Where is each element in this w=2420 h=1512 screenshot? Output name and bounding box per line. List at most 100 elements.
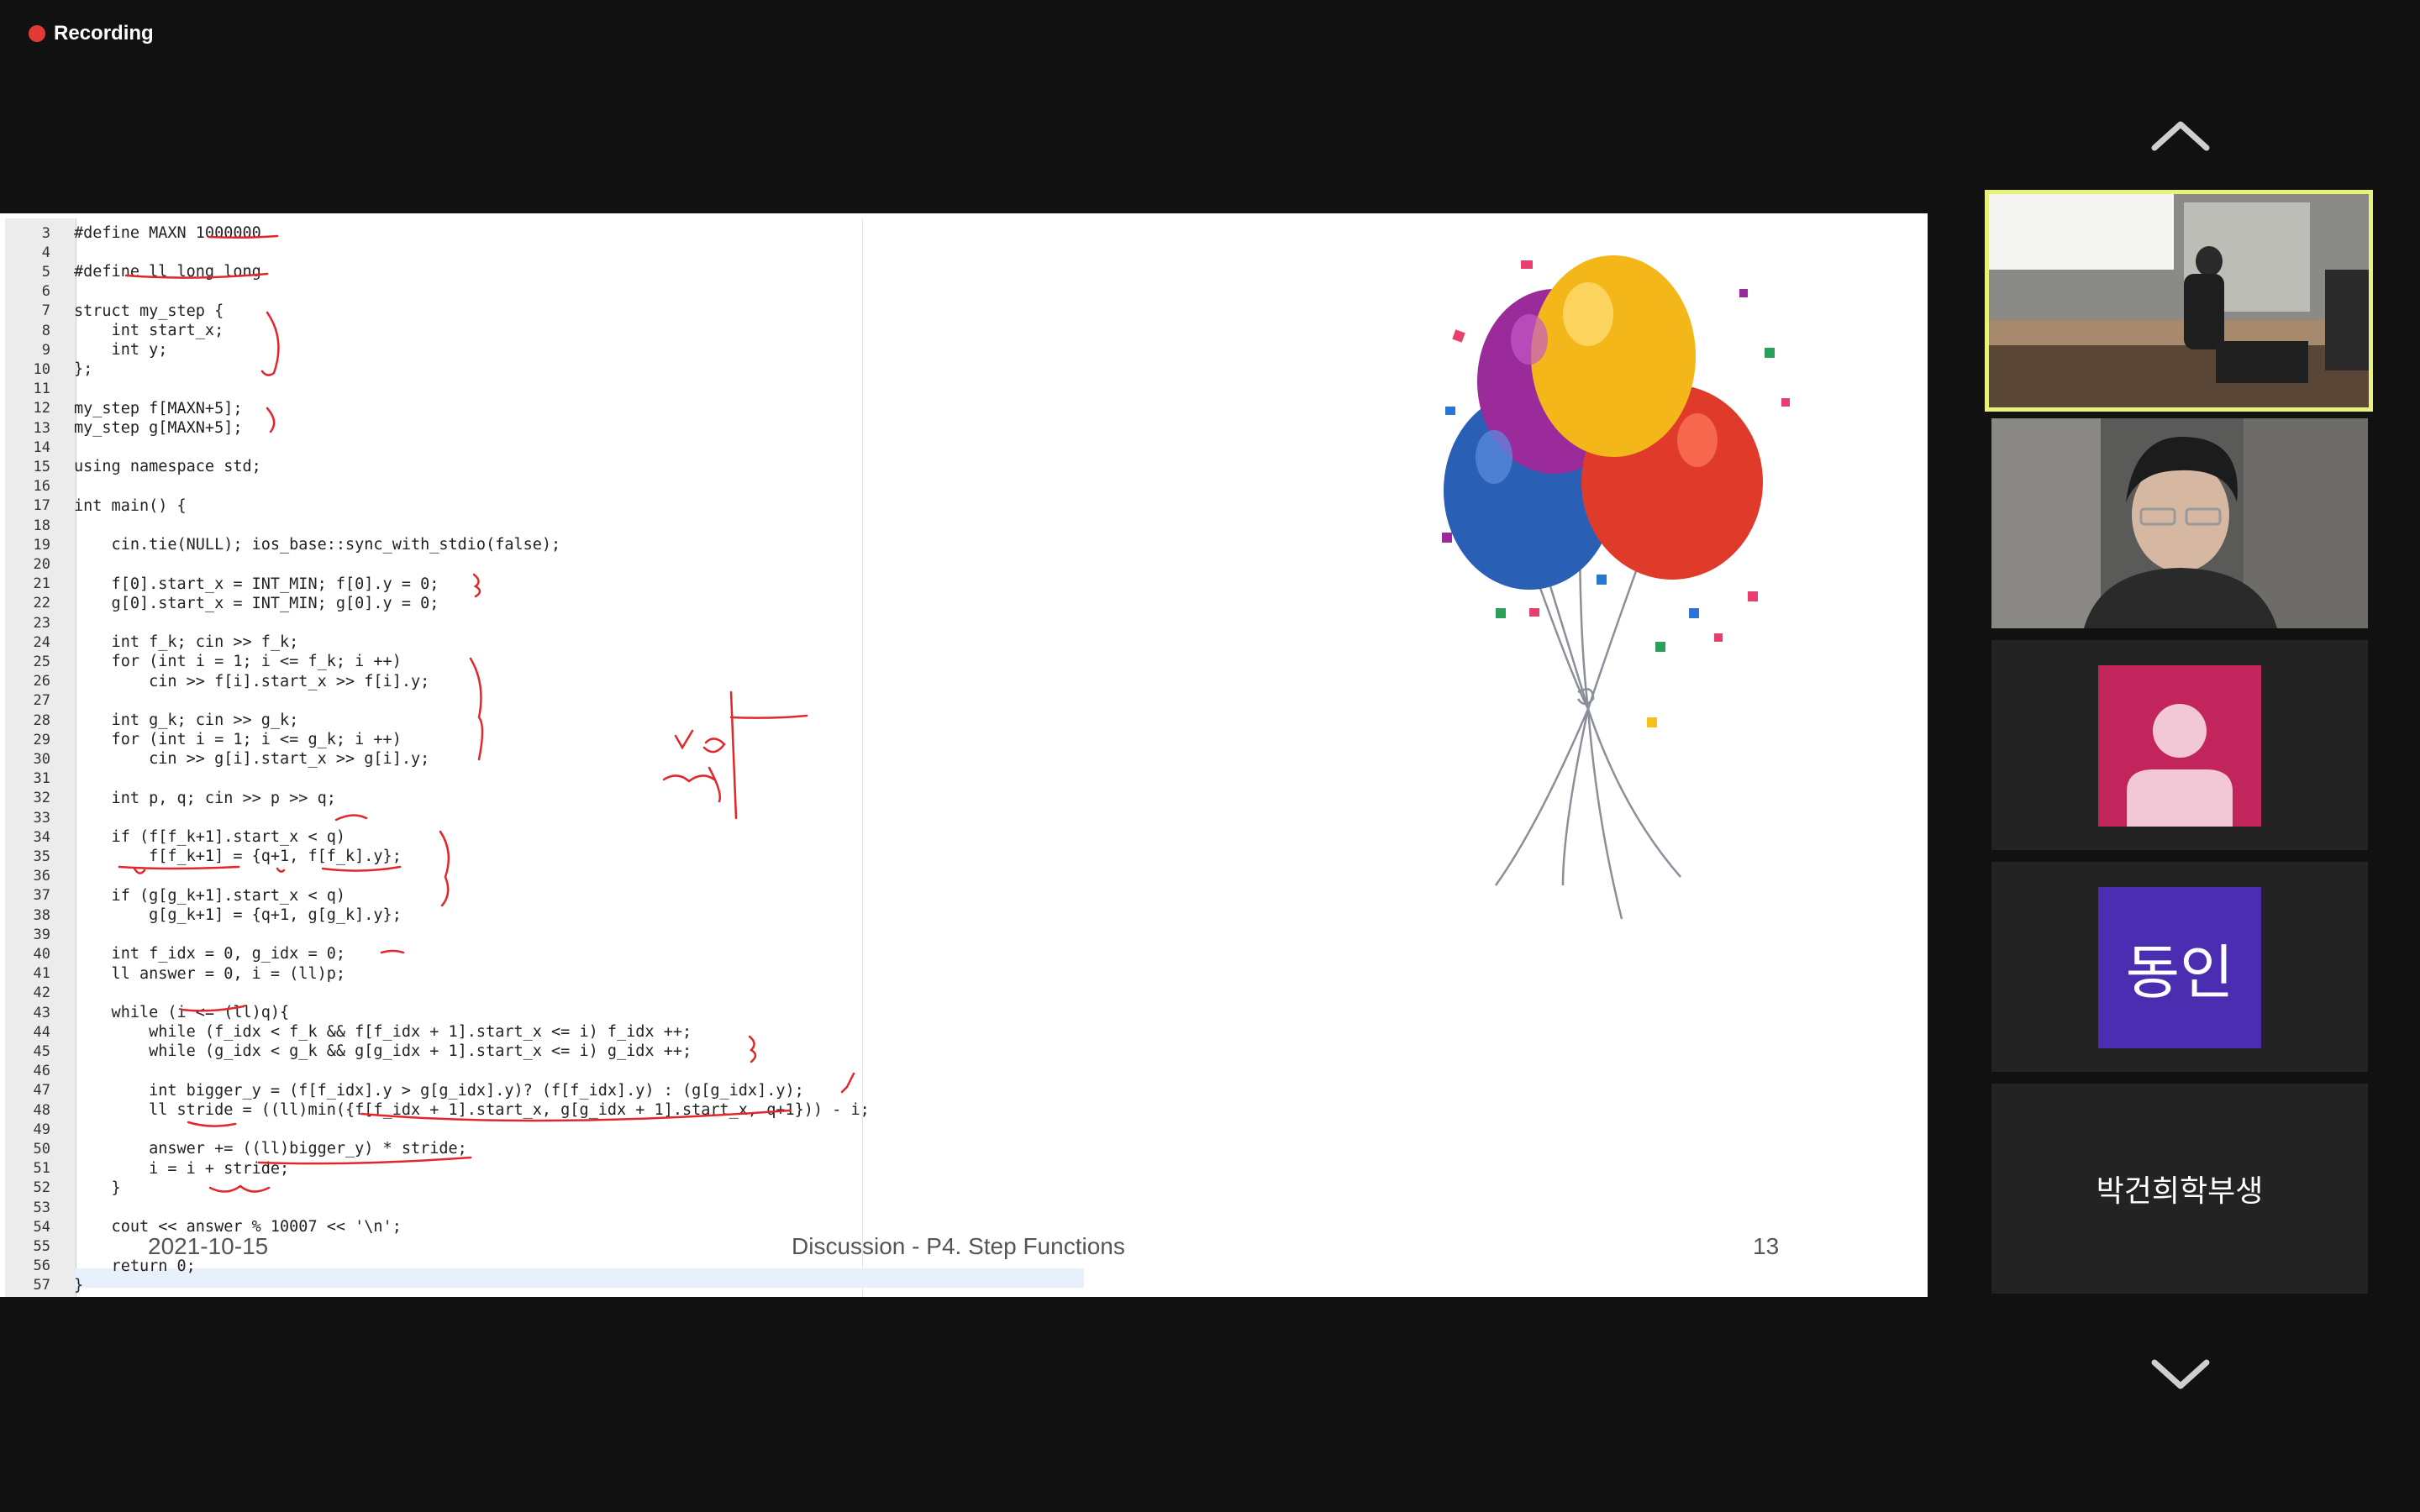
code-line: 41 ll answer = 0, i = (ll)p; [5, 964, 346, 984]
line-number: 17 [33, 497, 50, 515]
code-line: 57} [5, 1276, 84, 1295]
code-text: cin >> f[i].start_x >> f[i].y; [74, 672, 430, 690]
code-text: if (g[g_k+1].start_x < q) [74, 886, 346, 905]
video-feed-participant [1991, 418, 2368, 628]
line-number: 5 [41, 263, 50, 281]
line-number: 8 [41, 322, 50, 339]
code-line: 52 } [5, 1179, 121, 1198]
code-line: 25 for (int i = 1; i <= f_k; i ++) [5, 652, 402, 671]
code-text: int f_k; cin >> f_k; [74, 633, 299, 652]
video-feed-classroom [1989, 194, 2369, 407]
line-number: 10 [33, 360, 50, 378]
line-number: 52 [33, 1179, 50, 1197]
avatar [2098, 665, 2261, 827]
person-icon [2127, 704, 2233, 827]
code-text: #define ll long long [74, 263, 261, 281]
code-line: 49 [5, 1120, 74, 1139]
code-text: struct my_step { [74, 302, 224, 320]
chevron-up-icon[interactable] [2151, 119, 2210, 153]
column-guide [862, 218, 863, 1297]
line-number: 26 [33, 673, 50, 690]
line-number: 36 [33, 868, 50, 885]
line-number: 29 [33, 731, 50, 748]
line-number: 28 [33, 711, 50, 729]
line-number: 51 [33, 1160, 50, 1178]
participant-tile-name[interactable]: 박건희학부생 [1991, 1084, 2368, 1294]
line-number: 14 [33, 438, 50, 456]
line-number: 21 [33, 575, 50, 593]
line-number: 42 [33, 984, 50, 1002]
slide-footer-title: Discussion - P4. Step Functions [792, 1233, 1125, 1259]
code-line: 12 my_step f[MAXN+5]; [5, 399, 243, 418]
code-text: cin.tie(NULL); ios_base::sync_with_stdio… [74, 536, 561, 554]
code-line: 42 [5, 984, 74, 1003]
code-text: i = i + stride; [74, 1159, 290, 1178]
line-number: 24 [33, 633, 50, 651]
code-line: 39 [5, 925, 74, 944]
code-text: g[g_k+1] = {q+1, g[g_k].y}; [74, 906, 402, 924]
participant-tile-active-speaker[interactable] [1985, 190, 2373, 412]
line-number: 32 [33, 790, 50, 807]
code-line: 37 if (g[g_k+1].start_x < q) [5, 886, 346, 906]
code-line: 44 while (f_idx < f_k && f[f_idx + 1].st… [5, 1022, 692, 1042]
code-line: 26 cin >> f[i].start_x >> f[i].y; [5, 672, 430, 691]
line-number: 30 [33, 750, 50, 768]
code-text: int start_x; [74, 322, 224, 339]
participant-tile-video[interactable] [1991, 418, 2368, 628]
line-number: 20 [33, 555, 50, 573]
yellow-balloon [1531, 255, 1696, 457]
line-number: 54 [33, 1218, 50, 1236]
line-number: 33 [33, 809, 50, 827]
code-line: 7 struct my_step { [5, 302, 224, 321]
line-number: 11 [33, 381, 50, 398]
code-text: my_step f[MAXN+5]; [74, 399, 243, 417]
participant-name: 박건희학부생 [2096, 1174, 2264, 1209]
code-line: 16 [5, 477, 74, 496]
code-line: 17 int main() { [5, 496, 187, 516]
line-number: 43 [33, 1004, 50, 1021]
line-number: 13 [33, 419, 50, 437]
line-number: 25 [33, 653, 50, 670]
code-line: 38 g[g_k+1] = {q+1, g[g_k].y}; [5, 906, 402, 925]
code-text: int f_idx = 0, g_idx = 0; [74, 945, 346, 963]
code-text: my_step g[MAXN+5]; [74, 419, 243, 437]
code-text: answer += ((ll)bigger_y) * stride; [74, 1140, 467, 1158]
code-text: f[f_k+1] = {q+1, f[f_k].y}; [74, 848, 402, 866]
code-text: } [74, 1179, 121, 1197]
code-line: 35 f[f_k+1] = {q+1, f[f_k].y}; [5, 847, 402, 866]
participant-tile-avatar-1[interactable] [1991, 640, 2368, 850]
code-editor: 3 #define MAXN 1000000 4 5 #define ll long l… [5, 218, 1085, 1297]
code-line: 5 #define ll long long [5, 262, 261, 281]
code-line: 20 [5, 554, 74, 574]
code-line: 40 int f_idx = 0, g_idx = 0; [5, 944, 346, 963]
line-number: 31 [33, 770, 50, 788]
code-line: 48 ll stride = ((ll)min({f[f_idx + 1].st… [5, 1100, 870, 1120]
participant-tile-avatar-2[interactable]: 동인 [1991, 862, 2368, 1072]
line-number: 45 [33, 1042, 50, 1060]
chevron-down-icon[interactable] [2151, 1357, 2210, 1391]
slide-page-number: 13 [1753, 1233, 1780, 1259]
code-text: #define MAXN 1000000 [74, 224, 261, 242]
avatar: 동인 [2098, 887, 2261, 1048]
shared-screen-slide: 3 #define MAXN 1000000 4 5 #define ll long l… [0, 213, 1928, 1297]
line-number: 9 [41, 341, 50, 359]
line-number: 23 [33, 614, 50, 632]
code-text: }; [74, 360, 93, 379]
line-number: 18 [33, 517, 50, 534]
code-line: 34 if (f[f_k+1].start_x < q) [5, 827, 346, 847]
code-line: 22 g[0].start_x = INT_MIN; g[0].y = 0; [5, 594, 439, 613]
code-line: 28 int g_k; cin >> g_k; [5, 711, 299, 730]
code-line: 50 answer += ((ll)bigger_y) * stride; [5, 1139, 467, 1158]
code-text: while (f_idx < f_k && f[f_idx + 1].start… [74, 1023, 692, 1042]
line-number: 6 [41, 283, 50, 301]
code-line: 19 cin.tie(NULL); ios_base::sync_with_st… [5, 535, 561, 554]
line-number: 53 [33, 1199, 50, 1216]
code-line: 15 using namespace std; [5, 457, 261, 476]
code-line: 18 [5, 516, 74, 535]
code-line: 55 [5, 1236, 74, 1256]
line-number: 46 [33, 1063, 50, 1080]
code-line: 9 int y; [5, 340, 168, 360]
code-text: f[0].start_x = INT_MIN; f[0].y = 0; [74, 575, 439, 593]
code-text: while (i <= (ll)q){ [74, 1004, 290, 1021]
code-line: 36 [5, 867, 74, 886]
